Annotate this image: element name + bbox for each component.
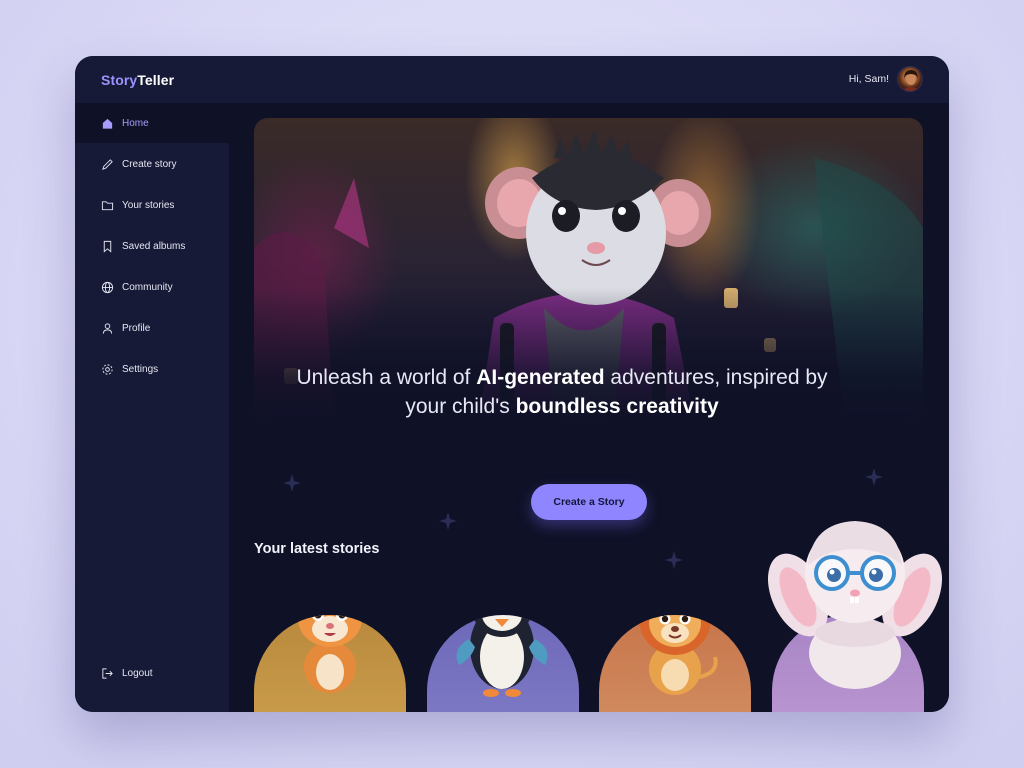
create-a-story-button[interactable]: Create a Story bbox=[531, 484, 647, 520]
sidebar-item-profile[interactable]: Profile bbox=[75, 308, 229, 348]
sparkle-icon bbox=[865, 468, 883, 486]
sidebar-item-label: Home bbox=[122, 117, 149, 129]
sidebar-item-label: Saved albums bbox=[122, 240, 186, 252]
gear-icon bbox=[102, 363, 113, 375]
sidebar-item-create-story[interactable]: Create story bbox=[75, 144, 229, 184]
home-icon bbox=[102, 118, 113, 129]
user-menu[interactable]: Hi, Sam! bbox=[849, 66, 923, 92]
sidebar-item-label: Create story bbox=[122, 158, 177, 170]
hero-line1-part-c: adventures, inspired by bbox=[604, 366, 828, 389]
bookmark-icon bbox=[103, 240, 112, 253]
story-card-tiger[interactable] bbox=[254, 615, 406, 712]
logout-button[interactable]: Logout bbox=[75, 653, 229, 693]
sparkle-icon bbox=[439, 512, 457, 530]
avatar[interactable] bbox=[897, 66, 923, 92]
sparkle-icon bbox=[283, 474, 301, 492]
hero-line2-bold: boundless creativity bbox=[515, 395, 719, 418]
latest-stories-heading: Your latest stories bbox=[254, 541, 380, 557]
bunny-illustration[interactable] bbox=[762, 515, 948, 691]
user-icon bbox=[102, 322, 113, 334]
globe-icon bbox=[101, 281, 114, 293]
sidebar: Home Create story Your stories Saved alb… bbox=[75, 103, 229, 712]
logout-label: Logout bbox=[122, 667, 153, 679]
sidebar-item-settings[interactable]: Settings bbox=[75, 349, 229, 389]
hero-line2-part-a: your child's bbox=[405, 395, 516, 418]
sidebar-item-label: Profile bbox=[122, 322, 151, 334]
sidebar-item-saved-albums[interactable]: Saved albums bbox=[75, 226, 229, 266]
sparkle-icon bbox=[665, 551, 683, 569]
hero-line1-bold: AI-generated bbox=[476, 366, 605, 389]
hero-headline: Unleash a world of AI-generated adventur… bbox=[225, 363, 899, 421]
story-card-lion[interactable] bbox=[599, 615, 751, 712]
top-bar: StoryTeller Hi, Sam! bbox=[75, 56, 949, 103]
folder-icon bbox=[101, 200, 114, 210]
brand-logo[interactable]: StoryTeller bbox=[101, 72, 174, 88]
sidebar-item-label: Community bbox=[122, 281, 173, 293]
pencil-icon bbox=[102, 158, 113, 170]
sidebar-item-label: Your stories bbox=[122, 199, 175, 211]
penguin-illustration bbox=[456, 615, 548, 697]
sidebar-item-community[interactable]: Community bbox=[75, 267, 229, 307]
brand-part-teller: Teller bbox=[137, 71, 175, 88]
logout-icon bbox=[102, 667, 113, 679]
story-card-penguin[interactable] bbox=[427, 615, 579, 712]
user-greeting: Hi, Sam! bbox=[848, 73, 889, 85]
brand-part-story: Story bbox=[101, 71, 138, 88]
sidebar-item-label: Settings bbox=[122, 363, 159, 375]
sidebar-item-your-stories[interactable]: Your stories bbox=[75, 185, 229, 225]
tiger-cub-illustration bbox=[298, 615, 362, 693]
sidebar-item-home[interactable]: Home bbox=[75, 103, 229, 143]
hero-line1-part-a: Unleash a world of bbox=[296, 366, 477, 389]
lion-cub-illustration bbox=[637, 615, 718, 695]
